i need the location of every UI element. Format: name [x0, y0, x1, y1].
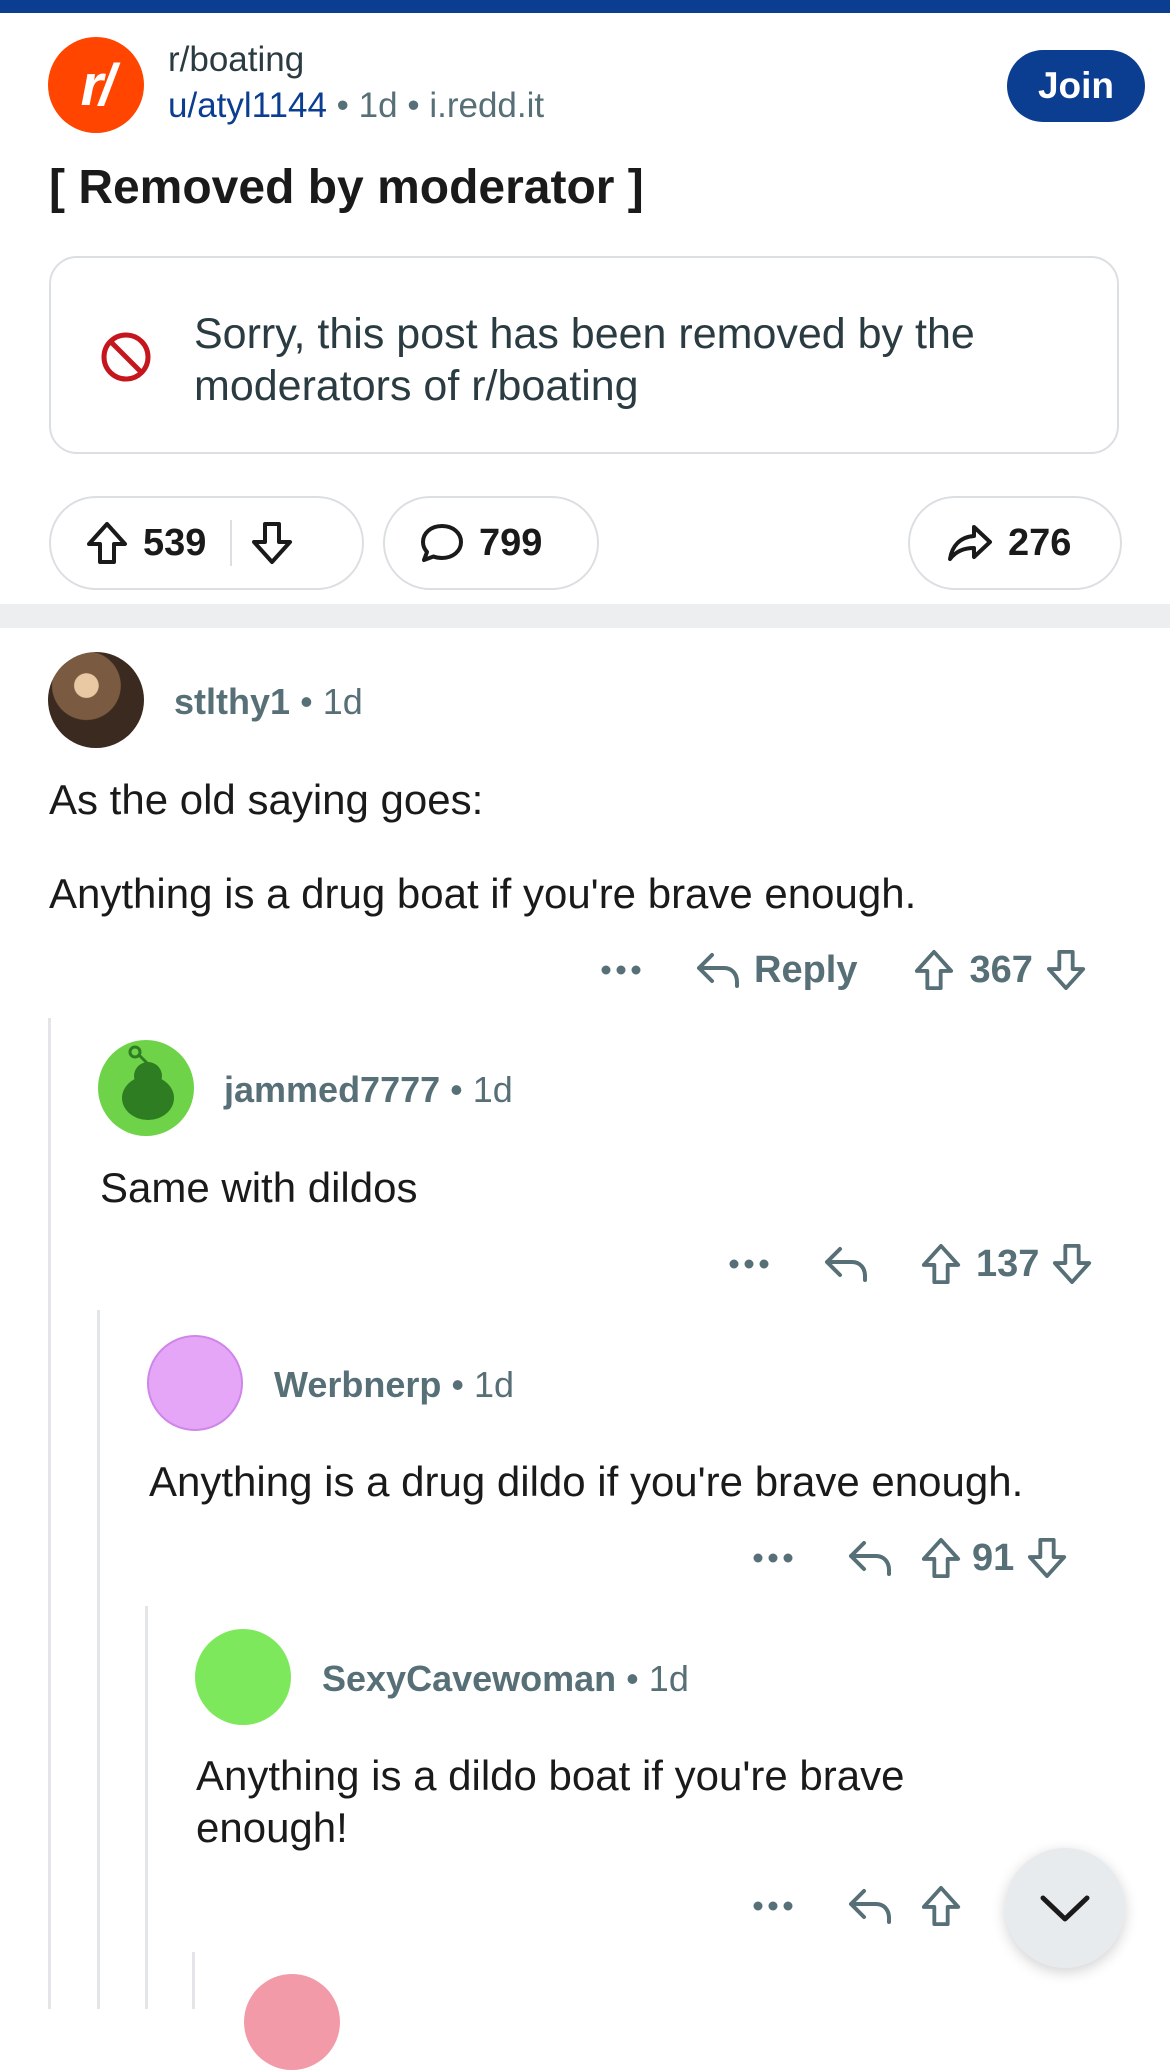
chevron-down-icon [1040, 1895, 1090, 1922]
comment-author[interactable]: stlthy1 [174, 681, 290, 722]
post-age: 1d [358, 86, 398, 125]
avatar[interactable] [244, 1974, 340, 2070]
downvote-arrow-icon[interactable] [1026, 1536, 1068, 1580]
reply-arrow-icon[interactable] [846, 1885, 894, 1927]
comment-body-line: Anything is a drug boat if you're brave … [49, 870, 917, 917]
comment-author-line: SexyCavewoman • 1d [322, 1658, 689, 1700]
downvote-arrow-icon[interactable] [1045, 948, 1087, 992]
upvote-arrow-icon[interactable] [913, 948, 955, 992]
subreddit-avatar-text: r/ [80, 52, 116, 118]
more-options-icon[interactable] [728, 1258, 770, 1270]
upvote-arrow-icon[interactable] [920, 1884, 962, 1928]
join-button[interactable]: Join [1007, 50, 1145, 122]
comment-actions: Reply 367 [600, 940, 1087, 1000]
more-options-icon[interactable] [752, 1900, 794, 1912]
comment-author-line: stlthy1 • 1d [174, 681, 363, 723]
comment-bubble-icon [421, 524, 463, 562]
comment-score: 137 [976, 1242, 1040, 1285]
comment-author[interactable]: Werbnerp [274, 1364, 441, 1405]
meta-separator: • [407, 86, 420, 125]
thread-line[interactable] [48, 1018, 51, 2009]
meta-separator: • [336, 86, 349, 125]
upvote-count: 539 [143, 521, 207, 564]
thread-line[interactable] [145, 1606, 148, 2009]
meta-separator: • [451, 1364, 464, 1405]
comment-actions: 137 [728, 1234, 1093, 1294]
share-button[interactable]: 276 [908, 496, 1122, 590]
avatar[interactable] [147, 1335, 243, 1431]
comment-score: 91 [972, 1536, 1015, 1579]
meta-separator: • [300, 681, 313, 722]
comment-score: 367 [969, 948, 1033, 991]
more-options-icon[interactable] [600, 964, 642, 976]
comment-actions: 91 [752, 1528, 1068, 1588]
avatar[interactable] [48, 652, 144, 748]
section-divider [0, 604, 1170, 628]
comment-age: 1d [648, 1658, 689, 1699]
top-accent-bar [0, 0, 1170, 13]
subreddit-name[interactable]: r/boating [168, 40, 304, 80]
comment-body: Anything is a dildo boat if you're brave… [196, 1752, 905, 1851]
comment-body-line: Same with dildos [100, 1164, 418, 1211]
comment-body-line: As the old saying goes: [49, 776, 484, 823]
downvote-arrow-icon[interactable] [1051, 1242, 1093, 1286]
comment-author[interactable]: SexyCavewoman [322, 1658, 616, 1699]
thread-line[interactable] [97, 1310, 100, 2009]
share-arrow-icon [948, 525, 992, 561]
comments-button[interactable]: 799 [383, 496, 599, 590]
post-domain[interactable]: i.redd.it [429, 86, 544, 125]
downvote-arrow-icon[interactable] [250, 520, 294, 566]
reply-button[interactable]: Reply [754, 949, 857, 992]
reply-arrow-icon[interactable] [694, 949, 742, 991]
thread-line[interactable] [192, 1952, 195, 2009]
reply-arrow-icon[interactable] [846, 1537, 894, 1579]
comment-author-line: Werbnerp • 1d [274, 1364, 514, 1406]
comment-author-line: jammed7777 • 1d [224, 1069, 513, 1111]
meta-separator: • [450, 1069, 463, 1110]
snoo-icon [122, 1045, 174, 1120]
more-options-icon[interactable] [752, 1552, 794, 1564]
meta-separator: • [626, 1658, 639, 1699]
upvote-arrow-icon[interactable] [920, 1536, 962, 1580]
comment-age: 1d [322, 681, 363, 722]
avatar[interactable] [195, 1629, 291, 1725]
comment-count: 799 [479, 521, 543, 564]
vote-divider [230, 520, 233, 566]
removed-message: Sorry, this post has been removed by the… [194, 310, 975, 410]
comment-age: 1d [472, 1069, 513, 1110]
subreddit-avatar[interactable]: r/ [48, 37, 144, 133]
upvote-arrow-icon[interactable] [920, 1242, 962, 1286]
vote-pill: 539 [49, 496, 364, 590]
removed-notice: Sorry, this post has been removed by the… [49, 256, 1119, 454]
post-meta: u/atyl1144 • 1d • i.redd.it [168, 86, 544, 126]
reply-arrow-icon[interactable] [822, 1243, 870, 1285]
post-author[interactable]: u/atyl1144 [168, 86, 327, 125]
comment-actions [752, 1876, 962, 1936]
comment-body-line: Anything is a drug dildo if you're brave… [149, 1458, 1024, 1505]
share-count: 276 [1008, 521, 1072, 564]
upvote-arrow-icon[interactable] [85, 520, 129, 566]
comment-author[interactable]: jammed7777 [224, 1069, 440, 1110]
prohibited-icon [101, 332, 151, 382]
avatar[interactable] [98, 1040, 194, 1136]
post-title: [ Removed by moderator ] [49, 161, 644, 214]
next-comment-button[interactable] [1005, 1848, 1125, 1968]
comment-age: 1d [474, 1364, 515, 1405]
